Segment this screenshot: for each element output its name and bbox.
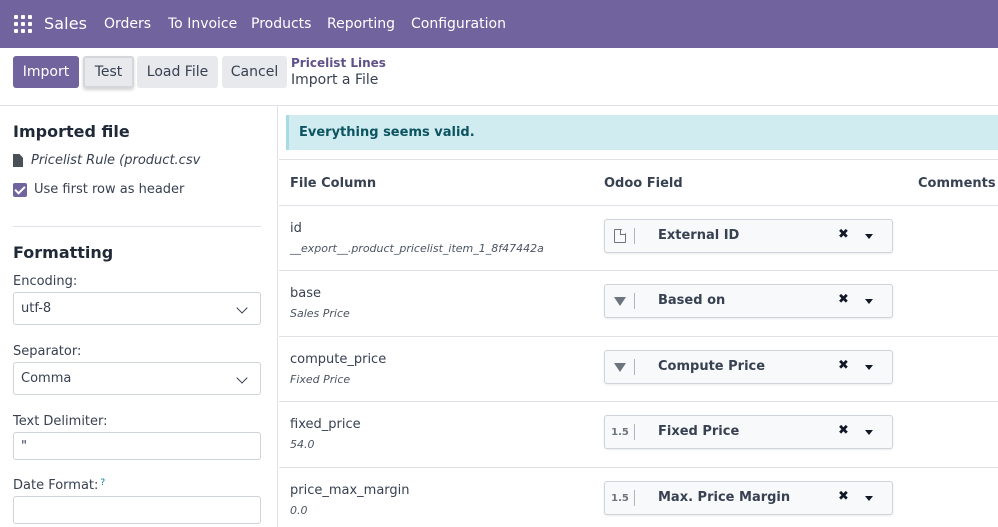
row-sample-value: Fixed Price: [290, 373, 351, 386]
clear-icon[interactable]: ✖: [838, 358, 849, 373]
separator-value: Comma: [21, 371, 72, 386]
clear-icon[interactable]: ✖: [838, 423, 849, 438]
encoding-value: utf-8: [21, 301, 52, 316]
cancel-button[interactable]: Cancel: [222, 56, 287, 88]
import-button[interactable]: Import: [13, 56, 79, 88]
row-sample-value: 54.0: [290, 438, 315, 451]
apps-grid-icon[interactable]: [14, 15, 32, 33]
text-delimiter-input[interactable]: ": [13, 432, 261, 460]
field-select-based-on[interactable]: Based on ✖: [604, 284, 893, 318]
clear-icon[interactable]: ✖: [838, 227, 849, 242]
table-header-border: [279, 205, 998, 206]
file-icon: [13, 154, 23, 167]
menu-to-invoice[interactable]: To Invoice: [168, 16, 237, 32]
field-select-label: External ID: [658, 228, 740, 243]
field-select-compute-price[interactable]: Compute Price ✖: [604, 350, 893, 384]
document-icon: [605, 220, 635, 252]
caret-down-icon[interactable]: [865, 234, 873, 239]
top-navbar: Sales Orders To Invoice Products Reporti…: [0, 0, 998, 48]
imported-file-row: Pricelist Rule (product.csv: [13, 153, 200, 168]
use-header-label: Use first row as header: [34, 182, 185, 197]
float-icon: 1.5: [611, 492, 629, 504]
chevron-down-icon: [236, 372, 248, 384]
header-odoo-field: Odoo Field: [604, 176, 683, 191]
field-select-fixed-price[interactable]: 1.5 Fixed Price ✖: [604, 415, 893, 449]
menu-configuration[interactable]: Configuration: [411, 16, 506, 32]
validation-alert: Everything seems valid.: [286, 115, 998, 150]
encoding-label: Encoding:: [13, 274, 78, 289]
breadcrumb-pricelist-lines[interactable]: Pricelist Lines: [291, 56, 386, 70]
file-name: Pricelist Rule (product.csv: [31, 153, 201, 168]
separator-select[interactable]: Comma: [13, 362, 261, 395]
text-delimiter-label: Text Delimiter:: [13, 414, 108, 429]
float-icon: 1.5: [611, 426, 629, 438]
field-select-label: Compute Price: [658, 359, 766, 374]
field-select-max-price-margin[interactable]: 1.5 Max. Price Margin ✖: [604, 481, 893, 515]
app-brand[interactable]: Sales: [44, 14, 87, 33]
chevron-down-icon: [236, 302, 248, 314]
row-divider: [279, 467, 998, 468]
row-sample-value: Sales Price: [290, 307, 350, 320]
caret-down-icon[interactable]: [865, 299, 873, 304]
field-select-label: Based on: [658, 293, 726, 308]
row-column-name: base: [290, 286, 321, 301]
formatting-title: Formatting: [13, 243, 114, 262]
clear-icon[interactable]: ✖: [838, 489, 849, 504]
imported-file-title: Imported file: [13, 122, 130, 141]
page-title: Import a File: [291, 72, 379, 88]
row-column-name: id: [290, 221, 302, 236]
row-column-name: fixed_price: [290, 417, 361, 432]
row-divider: [279, 401, 998, 402]
row-column-name: price_max_margin: [290, 483, 410, 498]
row-divider: [279, 270, 998, 271]
date-format-input[interactable]: [13, 496, 261, 524]
menu-orders[interactable]: Orders: [104, 16, 151, 32]
row-divider: [279, 336, 998, 337]
clear-icon[interactable]: ✖: [838, 292, 849, 307]
selection-triangle-icon: [605, 285, 635, 317]
help-tooltip-icon[interactable]: ?: [100, 478, 105, 488]
load-file-button[interactable]: Load File: [137, 56, 218, 88]
import-sidebar: Imported file Pricelist Rule (product.cs…: [0, 106, 278, 527]
menu-reporting[interactable]: Reporting: [327, 16, 395, 32]
row-column-name: compute_price: [290, 352, 387, 367]
row-sample-value: __export__.product_pricelist_item_1_8f47…: [290, 242, 544, 255]
test-button[interactable]: Test: [83, 56, 134, 88]
import-mapping-panel: Everything seems valid. File Column Odoo…: [279, 106, 998, 527]
caret-down-icon[interactable]: [865, 496, 873, 501]
date-format-label-text: Date Format:: [13, 478, 99, 493]
date-format-label: Date Format:?: [13, 478, 105, 493]
table-top-border: [279, 159, 998, 160]
row-sample-value: 0.0: [290, 504, 308, 517]
field-select-label: Fixed Price: [658, 424, 740, 439]
field-select-external-id[interactable]: External ID ✖: [604, 219, 893, 253]
header-file-column: File Column: [290, 176, 377, 191]
caret-down-icon[interactable]: [865, 365, 873, 370]
header-comments: Comments: [918, 176, 996, 191]
separator-label: Separator:: [13, 344, 82, 359]
menu-products[interactable]: Products: [251, 16, 311, 32]
selection-triangle-icon: [605, 351, 635, 383]
field-select-label: Max. Price Margin: [658, 490, 791, 505]
encoding-select[interactable]: utf-8: [13, 292, 261, 325]
sidebar-divider: [13, 226, 261, 227]
use-header-checkbox[interactable]: [13, 182, 27, 197]
caret-down-icon[interactable]: [865, 430, 873, 435]
use-header-option[interactable]: Use first row as header: [13, 182, 184, 197]
